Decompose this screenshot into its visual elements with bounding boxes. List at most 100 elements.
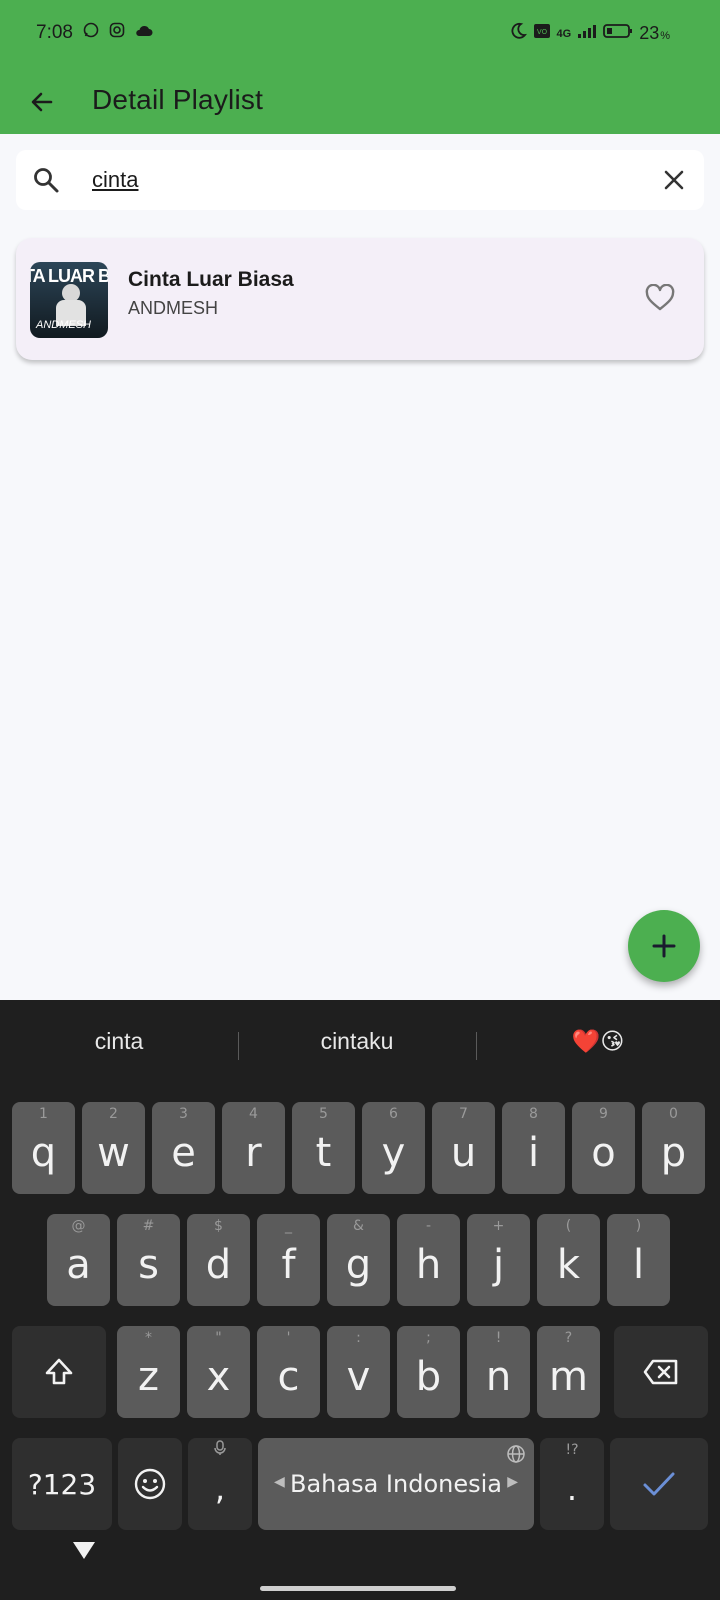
key-label: k [556,1242,581,1288]
search-input[interactable] [92,164,632,196]
key-label: j [492,1242,505,1288]
key-label: e [171,1130,196,1176]
clear-search-button[interactable] [658,164,690,196]
key-s[interactable]: # s [117,1214,180,1306]
key-label: y [381,1130,406,1176]
key-label: q [30,1130,57,1176]
key-a[interactable]: @ a [47,1214,110,1306]
instagram-icon [109,22,125,44]
key-d[interactable]: $ d [187,1214,250,1306]
key-label: w [97,1130,130,1176]
cover-artist-text: ANDMESH [36,319,92,331]
key-hint: ) [635,1218,642,1234]
suggestion-3[interactable]: ❤️😘 [476,1028,720,1055]
plus-icon [652,934,676,958]
key-k[interactable]: (k [537,1214,600,1306]
key-hint: + [492,1218,505,1234]
page-title: Detail Playlist [92,84,264,115]
key-q[interactable]: 1q [12,1102,75,1194]
home-indicator[interactable] [260,1586,456,1591]
song-title: Cinta Luar Biasa [128,268,294,291]
symbols-key[interactable]: ?123 [12,1438,112,1530]
key-u[interactable]: 7u [432,1102,495,1194]
backspace-icon [643,1359,678,1385]
key-r[interactable]: 4r [222,1102,285,1194]
key-label: c [277,1354,300,1400]
key-t[interactable]: 5t [292,1102,355,1194]
suggestion-2[interactable]: cintaku [238,1028,476,1055]
soft-keyboard: cinta cintaku ❤️😘 1q2w3e4r5t6y7u8i9o0p @… [0,1000,720,1600]
key-f[interactable]: _ f [257,1214,320,1306]
mic-icon [188,1440,252,1460]
cloud-icon [135,22,153,44]
back-arrow-icon [31,92,53,112]
key-l[interactable]: ) l [607,1214,670,1306]
key-hint: : [356,1330,361,1346]
key-label: u [450,1130,477,1176]
search-bar [16,150,704,210]
space-key[interactable]: ◀ Bahasa Indonesia ▶ [258,1438,534,1530]
song-list-item[interactable]: TA LUAR BIA ANDMESH Cinta Luar Biasa AND… [16,238,704,360]
key-hint: 9 [599,1106,608,1122]
key-j[interactable]: + j [467,1214,530,1306]
key-hint: 0 [669,1106,678,1122]
key-hint: ; [426,1330,431,1346]
suggestion-strip: cinta cintaku ❤️😘 [0,1000,720,1088]
moon-icon [509,22,527,45]
emoji-key[interactable] [118,1438,182,1530]
key-g[interactable]: & g [327,1214,390,1306]
shift-key[interactable] [12,1326,106,1418]
key-hint: ( [565,1218,572,1234]
favorite-button[interactable] [642,280,678,316]
key-h[interactable]: -h [397,1214,460,1306]
key-hint: ! [495,1330,502,1346]
key-m[interactable]: ? m [537,1326,600,1418]
symbols-key-label: ?123 [27,1467,97,1501]
key-label: x [206,1354,231,1400]
key-c[interactable]: ' c [257,1326,320,1418]
comma-key[interactable]: , [188,1438,252,1530]
network-type: 4G [556,27,572,40]
key-label: r [245,1130,262,1176]
period-key[interactable]: !? . [540,1438,604,1530]
key-label: d [205,1242,232,1288]
emoji-smile-icon [134,1468,166,1500]
key-label: a [66,1242,91,1288]
status-bar: 7:08 VO 4G 23% [0,0,720,70]
key-y[interactable]: 6y [362,1102,425,1194]
key-p[interactable]: 0p [642,1102,705,1194]
key-hint: _ [285,1218,292,1234]
key-w[interactable]: 2w [82,1102,145,1194]
key-e[interactable]: 3e [152,1102,215,1194]
key-z[interactable]: * z [117,1326,180,1418]
key-n[interactable]: ! n [467,1326,530,1418]
key-label: v [346,1354,371,1400]
battery-unit: % [660,29,670,42]
key-label: l [632,1242,645,1288]
suggestion-1[interactable]: cinta [0,1028,238,1055]
key-o[interactable]: 9o [572,1102,635,1194]
shift-icon [45,1358,73,1385]
key-label: f [281,1242,296,1288]
back-button[interactable] [20,80,64,124]
key-label: s [138,1242,159,1288]
key-x[interactable]: " x [187,1326,250,1418]
arrow-right-icon: ▶ [507,1474,518,1490]
add-song-button[interactable] [628,910,700,982]
whatsapp-icon [83,22,99,44]
checkmark-icon [643,1472,675,1496]
arrow-left-icon: ◀ [274,1474,285,1490]
volte-icon: VO [533,23,551,44]
key-b[interactable]: ; b [397,1326,460,1418]
enter-key[interactable] [610,1438,708,1530]
key-v[interactable]: :v [327,1326,390,1418]
key-hint: 3 [179,1106,188,1122]
key-hint: 7 [459,1106,468,1122]
key-i[interactable]: 8i [502,1102,565,1194]
hide-keyboard-button[interactable] [72,1540,96,1565]
key-hint: 8 [529,1106,538,1122]
period-key-label: . [566,1470,578,1508]
backspace-key[interactable] [614,1326,708,1418]
key-hint: * [145,1330,152,1346]
key-label: g [345,1242,372,1288]
